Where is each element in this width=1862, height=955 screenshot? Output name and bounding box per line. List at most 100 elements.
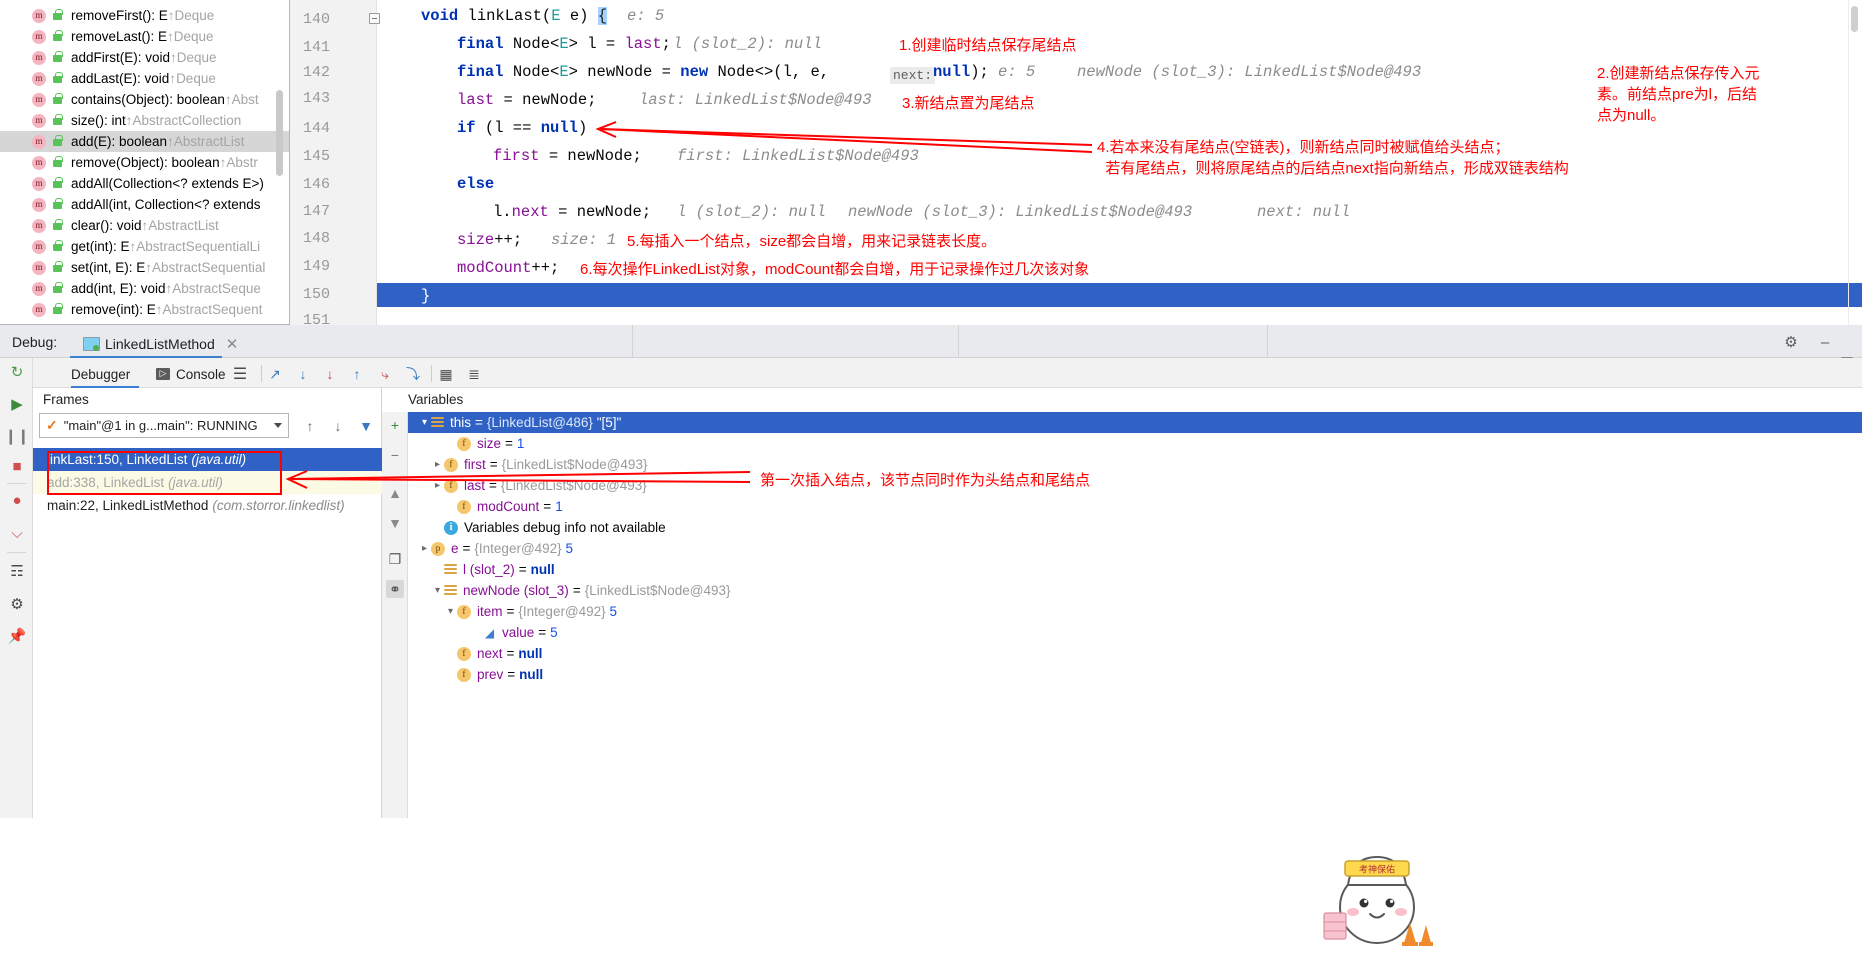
code-line-143: last = newNode; <box>457 91 597 109</box>
mute-breakpoints-icon[interactable]: ⌵ <box>7 523 27 543</box>
filter-icon[interactable]: ▼ <box>357 417 375 435</box>
arrow-down-icon[interactable]: ↓ <box>329 417 347 435</box>
inspect-icon[interactable]: ⚭ <box>386 580 404 598</box>
code-line-142: final Node<E> newNode = new Node<>(l, e, <box>457 63 839 81</box>
resume-program-icon[interactable]: ▶ <box>7 394 27 414</box>
member-icon: m <box>32 134 46 149</box>
layout-settings-icon[interactable]: ☰ <box>230 364 250 384</box>
completion-item[interactable]: m addLast(E): void ↑Deque <box>0 68 216 89</box>
editor-error-stripe[interactable] <box>1848 0 1862 325</box>
settings-icon[interactable]: ≣ <box>464 364 484 384</box>
remove-watch-icon[interactable]: − <box>386 446 404 464</box>
completion-item[interactable]: m clear(): void ↑AbstractList <box>0 215 219 236</box>
step-into-icon[interactable]: ↓ <box>293 364 313 384</box>
variable-row-prev[interactable]: f prev = null <box>408 664 1862 685</box>
evaluate-expression-icon[interactable]: ▦ <box>436 364 456 384</box>
variables-panel[interactable]: Variables + − ▲ ▼ ❐ ⚭ ▾ this = {LinkedList… <box>382 388 1862 818</box>
completion-item[interactable]: m removeLast(): E ↑Deque <box>0 26 214 47</box>
tab-debugger[interactable]: Debugger <box>71 363 130 385</box>
stop-icon[interactable]: ■ <box>7 456 27 476</box>
minimize-icon[interactable]: – <box>1816 333 1834 351</box>
completion-item[interactable]: m size(): int ↑AbstractCollection <box>0 110 241 131</box>
tab-console[interactable]: ▷ Console <box>156 363 226 385</box>
pin-icon[interactable]: 📌 <box>7 626 27 646</box>
variable-row-e[interactable]: ▸ p e = {Integer@492} 5 <box>408 538 1862 559</box>
chevron-down-icon[interactable]: ▾ <box>444 606 457 617</box>
completion-item-selected[interactable]: m add(E): boolean ↑AbstractList <box>0 131 289 153</box>
step-out-icon[interactable]: ↑ <box>347 364 367 384</box>
screenshot-icon[interactable]: ☶ <box>7 561 27 581</box>
variable-row-last[interactable]: ▸ f last = {LinkedList$Node@493} <box>408 475 1862 496</box>
chevron-right-icon[interactable]: ▸ <box>418 543 431 554</box>
chevron-down-icon[interactable] <box>274 423 282 428</box>
run-control-strip[interactable]: ↻ ▶ ❙❙ ■ ● ⌵ ☶ ⚙ 📌 <box>0 358 33 818</box>
force-step-into-icon[interactable]: ↓ <box>320 364 340 384</box>
variable-row-value[interactable]: ◢ value = 5 <box>408 622 1862 643</box>
gear-icon[interactable]: ⚙ <box>1782 333 1800 351</box>
variable-row-item[interactable]: ▾ f item = {Integer@492} 5 <box>408 601 1862 622</box>
inline-hint-142b: newNode (slot_3): LinkedList$Node@493 <box>1077 63 1422 81</box>
debug-session-tab[interactable]: LinkedListMethod ✕ <box>75 330 246 357</box>
completion-item[interactable]: m addAll(Collection<? extends E>) <box>0 173 264 194</box>
completion-item[interactable]: m contains(Object): boolean ↑Abst <box>0 89 259 110</box>
variable-row-modcount[interactable]: f modCount = 1 <box>408 496 1862 517</box>
completion-item[interactable]: m removeFirst(): E ↑Deque <box>0 5 214 26</box>
editor-gutter[interactable]: 140 141 142 143 144 145 146 147 148 149 … <box>277 0 380 325</box>
pause-program-icon[interactable]: ❙❙ <box>4 426 29 446</box>
chevron-down-icon[interactable]: ▾ <box>431 585 444 596</box>
completion-item[interactable]: m get(int): E ↑AbstractSequentialLi <box>0 236 260 257</box>
debugger-tab-bar[interactable]: Debugger ▷ Console ☰ ↗ ↓ ↓ ↑ ⤷ ⤵ ▦ ≣ <box>33 358 1862 389</box>
code-line-147: l.next = newNode; <box>493 203 652 221</box>
variable-row-next[interactable]: f next = null <box>408 643 1862 664</box>
thread-combo[interactable]: ✓ "main"@1 in g...main": RUNNING <box>39 413 289 438</box>
variable-row-this[interactable]: ▾ this = {LinkedList@486} "[5]" <box>408 412 1862 433</box>
annotation-5: 5.每插入一个结点，size都会自增，用来记录链表长度。 <box>627 233 997 250</box>
param-icon: p <box>431 541 445 556</box>
close-icon[interactable]: ✕ <box>226 335 239 353</box>
completion-item[interactable]: m set(int, E): E ↑AbstractSequential <box>0 257 265 278</box>
line-number: 151 <box>302 312 330 325</box>
code-line-140: void linkLast(E e) { <box>421 7 608 25</box>
completion-item[interactable]: m addFirst(E): void ↑Deque <box>0 47 217 68</box>
inline-hint-142: e: 5 <box>998 63 1036 81</box>
field-icon: f <box>444 457 458 472</box>
rerun-icon[interactable]: ↻ <box>7 362 27 382</box>
thread-selector-row[interactable]: ✓ "main"@1 in g...main": RUNNING ↑ ↓ ▼ <box>39 413 376 438</box>
code-fold-toggle[interactable] <box>369 13 383 27</box>
variable-row-first[interactable]: ▸ f first = {LinkedList$Node@493} <box>408 454 1862 475</box>
debug-tool-window[interactable]: Debug: LinkedListMethod ✕ ⚙ – ▤ ↻ ▶ ❙❙ ■… <box>0 325 1862 946</box>
member-icon: m <box>32 281 46 296</box>
variable-row-newnode[interactable]: ▾ newNode (slot_3) = {LinkedList$Node@493} <box>408 580 1862 601</box>
completion-item[interactable]: m remove(int): E ↑AbstractSequent <box>0 299 262 320</box>
info-icon: i <box>444 520 458 535</box>
chevron-right-icon[interactable]: ▸ <box>431 480 444 491</box>
completion-item[interactable]: m add(int, E): void ↑AbstractSeque <box>0 278 261 299</box>
inline-hint-147c: next: null <box>1257 203 1351 221</box>
move-down-icon[interactable]: ▼ <box>386 514 404 532</box>
variable-row-l[interactable]: l (slot_2) = null <box>408 559 1862 580</box>
frames-label: Frames <box>43 392 89 407</box>
frames-panel[interactable]: Frames ✓ "main"@1 in g...main": RUNNING … <box>33 388 382 818</box>
step-over-icon[interactable]: ↗ <box>265 364 285 384</box>
copy-icon[interactable]: ❐ <box>386 550 404 568</box>
completion-item[interactable]: m addAll(int, Collection<? extends <box>0 194 261 215</box>
drop-frame-icon[interactable]: ⤷ <box>375 364 395 384</box>
chevron-down-icon[interactable]: ▾ <box>418 417 431 428</box>
variables-toolbar[interactable]: + − ▲ ▼ ❐ ⚭ <box>382 412 408 818</box>
variable-row-size[interactable]: f size = 1 <box>408 433 1862 454</box>
chevron-right-icon[interactable]: ▸ <box>431 459 444 470</box>
add-watch-icon[interactable]: + <box>386 416 404 434</box>
member-icon: m <box>32 260 46 275</box>
completion-scrollbar[interactable] <box>276 90 283 176</box>
completion-item[interactable]: m remove(Object): boolean ↑Abstr <box>0 152 258 173</box>
frame-row-main[interactable]: main:22, LinkedListMethod (com.storror.l… <box>33 494 382 517</box>
frame-row-add[interactable]: add:338, LinkedList (java.util) <box>33 471 382 494</box>
settings-icon[interactable]: ⚙ <box>7 594 27 614</box>
frame-row-linklast[interactable]: linkLast:150, LinkedList (java.util) <box>33 448 382 471</box>
variables-label: Variables <box>408 392 464 407</box>
run-to-cursor-icon[interactable]: ⤵ <box>403 364 423 384</box>
view-breakpoints-icon[interactable]: ● <box>7 490 27 510</box>
arrow-up-icon[interactable]: ↑ <box>301 417 319 435</box>
completion-popup[interactable]: m removeFirst(): E ↑Deque m removeLast(): … <box>0 0 290 325</box>
move-up-icon[interactable]: ▲ <box>386 484 404 502</box>
